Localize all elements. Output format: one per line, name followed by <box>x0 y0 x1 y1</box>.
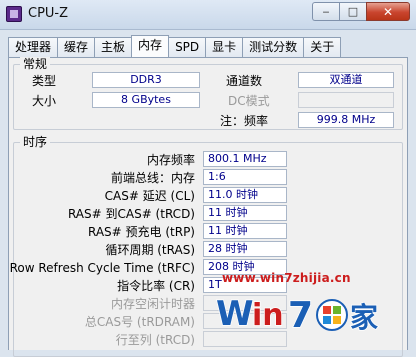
general-group-title: 常规 <box>20 57 51 71</box>
window-controls: ‒ □ ✕ <box>312 2 410 21</box>
svg-text:W: W <box>216 294 254 334</box>
close-icon: ✕ <box>382 4 394 19</box>
general-group: 常规 类型 DDR3 大小 8 GBytes 通道数 双通道 DC模式 注：频率… <box>13 57 403 130</box>
tab-processor[interactable]: 处理器 <box>8 37 58 57</box>
tab-graphics[interactable]: 显卡 <box>205 37 243 57</box>
timing-value: 1:6 <box>203 169 287 185</box>
timing-value: 11 时钟 <box>203 223 287 239</box>
maximize-button[interactable]: □ <box>339 2 366 21</box>
close-button[interactable]: ✕ <box>366 2 410 21</box>
title-bar: CPU-Z ‒ □ ✕ <box>0 0 416 30</box>
dc-mode-value <box>298 92 394 108</box>
dc-mode-label: DC模式 <box>228 94 270 108</box>
watermark-logo: W in 7 家 <box>215 293 379 337</box>
timing-value: 11 时钟 <box>203 205 287 221</box>
minimize-button[interactable]: ‒ <box>312 2 339 21</box>
svg-text:家: 家 <box>350 301 378 334</box>
tab-cache[interactable]: 缓存 <box>57 37 95 57</box>
window-title: CPU-Z <box>28 6 69 21</box>
svg-text:in: in <box>252 298 284 333</box>
tab-spd[interactable]: SPD <box>169 37 206 57</box>
tab-bench[interactable]: 测试分数 <box>242 37 304 57</box>
svg-text:7: 7 <box>288 295 313 336</box>
timing-label: Row Refresh Cycle Time (tRFC) <box>9 261 195 275</box>
minimize-icon: ‒ <box>322 5 330 18</box>
size-value: 8 GBytes <box>92 92 200 108</box>
tab-mainboard[interactable]: 主板 <box>94 37 132 57</box>
timing-value: 11.0 时钟 <box>203 187 287 203</box>
note-frequency-value: 999.8 MHz <box>298 112 394 128</box>
type-label: 类型 <box>32 74 57 88</box>
tab-memory[interactable]: 内存 <box>131 35 170 57</box>
timing-label: CAS# 延迟 (CL) <box>104 189 195 203</box>
timing-value: 28 时钟 <box>203 241 287 257</box>
watermark-url: www.win7zhijia.cn <box>222 271 351 285</box>
size-label: 大小 <box>32 94 57 108</box>
timing-label: 内存频率 <box>146 153 195 167</box>
timing-label: 指令比率 (CR) <box>117 279 195 293</box>
maximize-icon: □ <box>347 5 359 18</box>
note-frequency-label: 注：频率 <box>220 114 269 128</box>
timing-label: 总CAS号 (tRDRAM) <box>84 315 195 329</box>
timing-label: 前端总线：内存 <box>110 171 195 185</box>
timing-label: RAS# 到CAS# (tRCD) <box>67 207 195 221</box>
channels-label: 通道数 <box>226 74 263 88</box>
cpu-z-app-icon <box>6 6 22 22</box>
timing-value: 800.1 MHz <box>203 151 287 167</box>
timing-label: RAS# 预充电 (tRP) <box>87 225 195 239</box>
tab-about[interactable]: 关于 <box>303 37 342 57</box>
tab-strip: 处理器 缓存 主板 内存 SPD 显卡 测试分数 关于 <box>8 35 342 57</box>
type-value: DDR3 <box>92 72 200 88</box>
timing-label: 内存空闲计时器 <box>110 297 195 311</box>
timings-group-title: 时序 <box>20 135 51 149</box>
channels-value: 双通道 <box>298 72 394 88</box>
timing-label: 循环周期 (tRAS) <box>105 243 195 257</box>
timing-label: 行至列 (tRCD) <box>115 333 195 347</box>
